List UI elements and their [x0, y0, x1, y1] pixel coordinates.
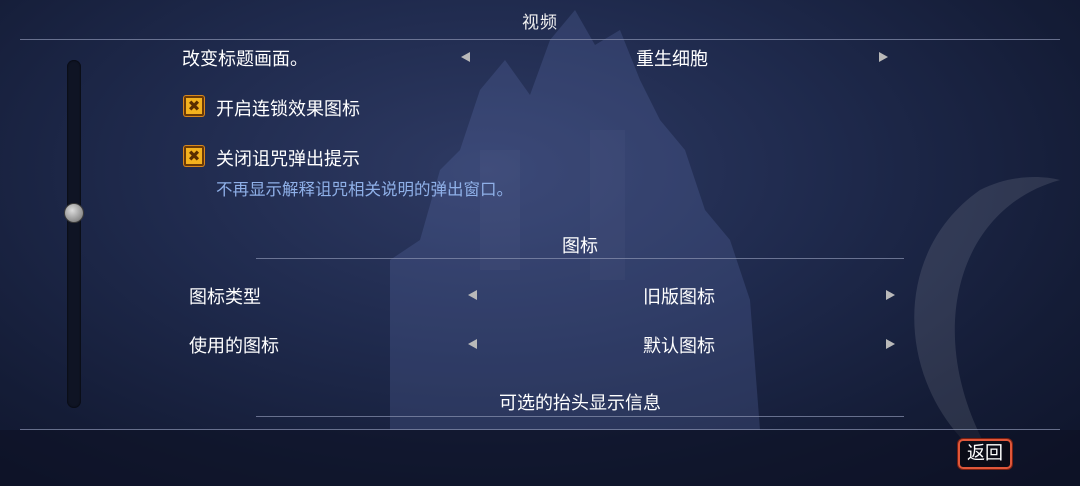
icon-type-prev-arrow-icon[interactable] — [468, 290, 477, 300]
icon-used-value: 默认图标 — [643, 336, 715, 357]
background-castle — [390, 10, 760, 430]
section-divider-hud — [256, 416, 904, 417]
curse-popup-checkbox[interactable]: ✖ — [184, 146, 204, 166]
footer-bar — [0, 430, 1080, 486]
section-title-hud: 可选的抬头显示信息 — [499, 393, 661, 414]
page-title: 视频 — [522, 13, 558, 33]
title-screen-next-arrow-icon[interactable] — [879, 52, 888, 62]
check-mark-icon: ✖ — [187, 147, 201, 165]
icon-used-prev-arrow-icon[interactable] — [468, 339, 477, 349]
header-divider — [20, 39, 1060, 40]
footer-divider — [20, 429, 1060, 430]
curse-popup-label[interactable]: 关闭诅咒弹出提示 — [216, 145, 360, 171]
section-title-icons: 图标 — [562, 236, 598, 257]
icon-type-label: 图标类型 — [189, 287, 261, 308]
curse-popup-description: 不再显示解释诅咒相关说明的弹出窗口。 — [216, 180, 513, 199]
check-mark-icon: ✖ — [187, 97, 201, 115]
icon-type-next-arrow-icon[interactable] — [886, 290, 895, 300]
chain-icons-checkbox[interactable]: ✖ — [184, 96, 204, 116]
icon-type-value: 旧版图标 — [643, 287, 715, 308]
section-divider-icons — [256, 258, 904, 259]
icon-used-label: 使用的图标 — [189, 336, 279, 357]
title-screen-label: 改变标题画面。 — [182, 49, 308, 70]
title-screen-value: 重生细胞 — [636, 49, 708, 70]
title-screen-prev-arrow-icon[interactable] — [461, 52, 470, 62]
icon-used-next-arrow-icon[interactable] — [886, 339, 895, 349]
scrollbar-track[interactable] — [67, 60, 81, 408]
scrollbar-thumb[interactable] — [64, 203, 84, 223]
chain-icons-label[interactable]: 开启连锁效果图标 — [216, 95, 360, 121]
back-button[interactable]: 返回 — [958, 439, 1012, 469]
